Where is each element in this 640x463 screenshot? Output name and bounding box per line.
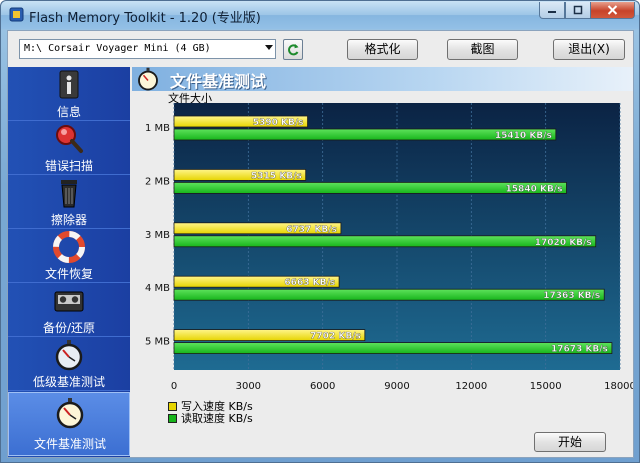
chart-x-tick-label: 9000 [384,381,409,392]
title-bar[interactable]: Flash Memory Toolkit - 1.20 (专业版) [1,1,639,29]
sidebar-item-eraser[interactable]: 擦除器 [8,175,130,229]
sidebar-item-backup-restore[interactable]: 备份/还原 [8,283,130,337]
minimize-button[interactable] [539,2,565,19]
chart-x-tick-label: 18000 [604,381,633,392]
chart-category-label: 2 MB [145,176,170,187]
caption-buttons [539,2,635,20]
chevron-down-icon [265,45,273,50]
legend-swatch-write [168,401,177,411]
sidebar-item-label: 低级基准测试 [32,375,105,389]
chart-category-label: 1 MB [145,123,170,134]
read-speed-bar [173,235,597,248]
chart-category-label: 5 MB [145,337,170,348]
legend-swatch-read [168,413,177,423]
sidebar-item-error-scan[interactable]: 错误扫描 [8,121,130,175]
info-icon [59,70,79,99]
refresh-button[interactable] [283,39,303,60]
sidebar-item-label: 备份/还原 [42,321,96,335]
maximize-button[interactable] [565,2,591,19]
chart-x-tick-label: 3000 [236,381,261,392]
write-speed-label: 7702 KB/s [310,332,361,342]
write-speed-label: 6737 KB/s [286,225,337,235]
section-heading: 文件基准测试 [132,67,633,91]
sidebar: 信息 错误扫描 擦除器 文件恢复 备份/还原 低级基准测试 文件基准测试 [8,67,130,457]
start-button[interactable]: 开始 [534,432,606,452]
client-area: M:\ Corsair Voyager Mini (4 GB) 格式化 截图 退… [7,30,634,458]
chart-x-tick-label: 6000 [310,381,335,392]
read-speed-label: 17020 KB/s [535,238,592,248]
chart-x-tick-label: 12000 [455,381,487,392]
read-speed-bar [173,342,613,355]
close-button[interactable] [591,2,635,19]
sidebar-item-label: 错误扫描 [44,159,93,173]
read-speed-label: 15410 KB/s [495,131,552,141]
chart-legend: 写入速度 KB/s 读取速度 KB/s [168,400,253,425]
sidebar-item-low-level-benchmark[interactable]: 低级基准测试 [8,337,130,391]
sidebar-item-label: 信息 [56,105,81,119]
sidebar-item-file-benchmark[interactable]: 文件基准测试 [8,392,130,456]
magnifier-icon [56,125,83,153]
chart-category-label: 3 MB [145,230,170,241]
stopwatch-icon [138,67,158,91]
refresh-icon [288,43,299,55]
write-speed-label: 6663 KB/s [284,278,335,288]
screenshot-button[interactable]: 截图 [447,39,518,60]
sidebar-item-label: 文件基准测试 [33,437,106,451]
minimize-icon [548,11,556,13]
trash-icon [61,180,77,208]
chart-x-tick-label: 0 [171,381,177,392]
legend-item-read: 读取速度 KB/s [168,412,253,425]
sidebar-item-label: 擦除器 [50,213,87,227]
toolbar: M:\ Corsair Voyager Mini (4 GB) 格式化 截图 退… [8,31,633,66]
chart-category-label: 4 MB [145,283,170,294]
main-panel: 文件基准测试 文件大小 0 3000 6000 9000 12000 15000 18000… [132,67,633,457]
read-speed-label: 17363 KB/s [543,291,600,301]
chart-x-tick-label: 15000 [530,381,562,392]
app-icon [9,7,24,22]
stopwatch-icon [56,398,84,429]
read-speed-label: 15840 KB/s [506,184,563,194]
lifebuoy-icon [53,231,85,263]
drive-select-value: M:\ Corsair Voyager Mini (4 GB) [24,43,211,54]
maximize-icon [573,5,583,15]
sidebar-item-info[interactable]: 信息 [8,67,130,121]
tape-icon [54,291,84,312]
app-window: Flash Memory Toolkit - 1.20 (专业版) M:\ Co… [0,0,640,463]
exit-button[interactable]: 退出(X) [553,39,625,60]
sidebar-item-label: 文件恢复 [44,267,93,281]
page-title: 文件基准测试 [170,72,267,91]
drive-select[interactable]: M:\ Corsair Voyager Mini (4 GB) [19,39,276,59]
sidebar-item-file-recovery[interactable]: 文件恢复 [8,229,130,283]
window-title: Flash Memory Toolkit - 1.20 (专业版) [29,11,261,26]
legend-label-read: 读取速度 KB/s [181,412,253,425]
stopwatch-icon [55,340,83,371]
read-speed-label: 17673 KB/s [551,345,608,355]
write-speed-label: 5315 KB/s [251,171,302,181]
close-icon [607,5,618,15]
benchmark-chart: 0 3000 6000 9000 12000 15000 18000 1 MB 5390 KB/… [145,103,633,392]
write-speed-label: 5390 KB/s [253,118,304,128]
read-speed-bar [173,288,605,301]
format-button[interactable]: 格式化 [347,39,418,60]
